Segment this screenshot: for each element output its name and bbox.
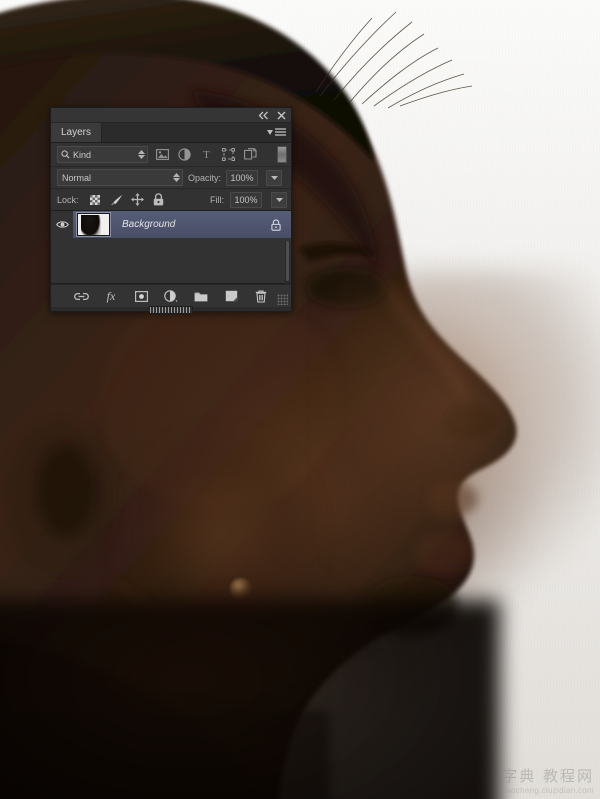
trash-icon	[255, 289, 267, 303]
filter-shape-layers-icon[interactable]	[221, 147, 236, 162]
padlock-icon	[153, 193, 163, 206]
filter-kind-select[interactable]: Kind	[57, 146, 148, 163]
hamburger-icon	[275, 128, 286, 136]
fill-label: Fill:	[210, 194, 224, 205]
stepper-up-icon	[173, 173, 180, 177]
layer-locked-indicator	[265, 218, 287, 231]
thumbnail-silhouette-detail	[86, 222, 100, 235]
lock-transparent-pixels-button[interactable]	[89, 193, 102, 206]
opacity-dropdown-arrow[interactable]	[266, 169, 283, 186]
eye-icon	[55, 221, 69, 228]
search-icon	[61, 150, 70, 159]
add-layer-mask-button[interactable]	[134, 289, 149, 304]
filter-type-label: T	[203, 148, 210, 161]
lock-all-button[interactable]	[152, 193, 165, 206]
fill-input[interactable]: 100%	[230, 191, 262, 208]
fill-dropdown-arrow[interactable]	[271, 191, 287, 208]
opacity-input[interactable]: 100%	[226, 169, 259, 186]
filter-kind-label: Kind	[73, 149, 92, 160]
stepper-down-icon	[138, 155, 145, 159]
tab-empty-area	[102, 123, 267, 142]
checkerboard-icon	[90, 194, 101, 205]
delete-layer-button[interactable]	[254, 289, 269, 304]
chevron-down-icon	[275, 197, 283, 202]
panel-footer	[51, 306, 291, 314]
filter-kind-stepper[interactable]	[138, 150, 145, 159]
mask-icon	[134, 290, 148, 302]
new-adjustment-layer-button[interactable]	[163, 289, 179, 304]
lock-label: Lock:	[57, 194, 79, 205]
tab-layers[interactable]: Layers	[51, 123, 103, 142]
screenshot-root: 字典 教程网 jiaocheng.cluzidian.com Layers Ki…	[0, 0, 600, 799]
filter-pixel-layers-icon[interactable]	[155, 147, 170, 162]
lock-image-pixels-button[interactable]	[110, 193, 123, 206]
link-layers-button[interactable]	[73, 289, 89, 304]
layer-thumbnail[interactable]	[76, 212, 111, 237]
new-layer-icon	[225, 290, 238, 302]
close-icon[interactable]	[276, 110, 287, 121]
folder-icon	[194, 292, 208, 301]
adjustment-half-icon	[163, 289, 177, 302]
link-icon	[73, 292, 89, 300]
panel-tab-row: Layers	[51, 123, 291, 143]
filter-icon-group: T	[155, 147, 258, 162]
fx-icon: fx	[106, 288, 116, 303]
layer-visibility-toggle[interactable]	[51, 211, 73, 238]
new-group-button[interactable]	[194, 289, 209, 304]
blend-mode-stepper[interactable]	[173, 173, 180, 182]
stepper-down-icon	[173, 178, 180, 182]
filter-enable-toggle[interactable]	[277, 146, 287, 163]
opacity-label: Opacity:	[188, 172, 222, 183]
chevron-down-icon	[270, 175, 278, 180]
tab-layers-label: Layers	[61, 127, 92, 138]
panel-menu-button[interactable]	[267, 123, 291, 142]
filter-type-layers-icon[interactable]: T	[199, 147, 214, 162]
layer-filter-row: Kind T	[51, 143, 291, 167]
layers-panel: Layers Kind T Normal Opacity: 100% Lock:…	[50, 107, 292, 314]
new-layer-button[interactable]	[224, 289, 239, 304]
layers-bottom-toolbar: fx	[51, 284, 291, 307]
brush-icon	[110, 194, 122, 205]
blend-mode-row: Normal Opacity: 100%	[51, 167, 291, 189]
panel-titlebar	[51, 108, 291, 123]
panel-resize-grip-dots[interactable]	[277, 294, 288, 305]
chevron-down-icon	[267, 130, 273, 135]
move-icon	[130, 193, 144, 206]
filter-adjustment-layers-icon[interactable]	[177, 147, 192, 162]
lock-icon-group	[89, 193, 165, 206]
padlock-icon	[271, 218, 281, 231]
blend-mode-select[interactable]: Normal	[57, 169, 183, 186]
table-row[interactable]: Background	[51, 211, 291, 238]
layer-style-button[interactable]: fx	[104, 289, 119, 304]
lock-row: Lock: Fill: 100%	[51, 189, 291, 211]
layer-list: Background	[51, 211, 291, 285]
lock-position-button[interactable]	[130, 193, 144, 206]
stepper-up-icon	[138, 150, 145, 154]
filter-smart-objects-icon[interactable]	[243, 147, 258, 162]
layer-list-scrollbar[interactable]	[285, 241, 290, 285]
blend-mode-value: Normal	[62, 172, 92, 183]
panel-resize-handle[interactable]	[149, 306, 193, 314]
collapse-to-icons-button[interactable]	[258, 110, 269, 121]
layer-name-label[interactable]: Background	[122, 219, 265, 230]
